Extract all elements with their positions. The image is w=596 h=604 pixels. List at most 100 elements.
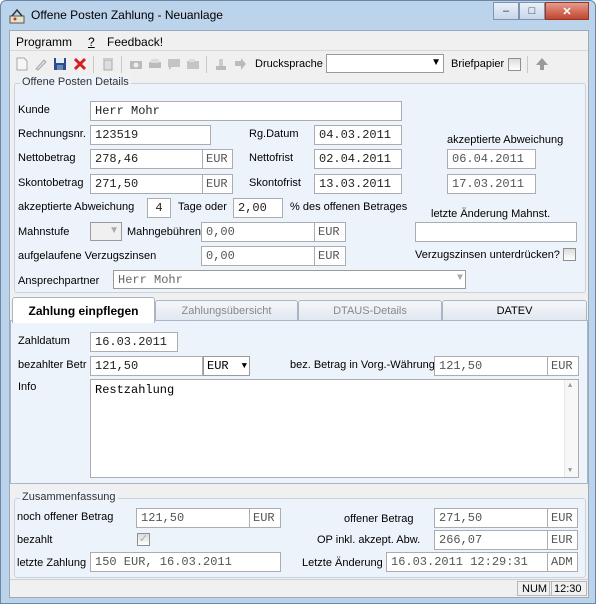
zahldatum-label: Zahldatum [18,335,70,347]
nettobetrag-field[interactable]: 278,46 [90,149,203,169]
delete-icon[interactable] [100,56,116,72]
camera-icon[interactable] [128,56,144,72]
nettofrist-abw-field: 06.04.2011 [447,149,536,169]
op-akzept-currency: EUR [547,530,578,550]
menu-programm[interactable]: Programm [16,35,72,49]
stamp-icon[interactable] [213,56,229,72]
scroll-up-icon[interactable]: ▲ [568,382,572,390]
tab-panel: Zahldatum 16.03.2011 bezahlter Betr 121,… [10,320,588,484]
bezahlt-betrag-label: bezahlter Betr [18,359,87,371]
scroll-down-icon[interactable]: ▼ [568,467,572,475]
letzte-zahlung-field: 150 EUR, 16.03.2011 [90,552,281,572]
mahnstufe-label: Mahnstufe [18,226,70,238]
chevron-down-icon: ▼ [241,361,247,371]
chevron-down-icon: ▼ [109,225,119,236]
menu-feedback[interactable]: Feedback! [107,35,163,49]
verzugszinsen-currency: EUR [314,246,346,266]
nettofrist-field[interactable]: 02.04.2011 [314,149,402,169]
close-button[interactable]: ✕ [545,2,589,20]
skontobetrag-field[interactable]: 271,50 [90,174,203,194]
drucksprache-label: Drucksprache [255,58,323,70]
vorg-waehrung-currency: EUR [547,356,579,376]
tab-zahlungsuebersicht[interactable]: Zahlungsübersicht [155,300,298,322]
akz-abw-label: akzeptierte Abweichung [18,201,135,213]
noch-offen-label: noch offener Betrag [17,511,114,523]
offener-betrag-currency: EUR [547,508,578,528]
mahngebuehren-field: 0,00 [201,222,315,242]
kunde-label: Kunde [18,104,50,116]
vorg-waehrung-label: bez. Betrag in Vorg.-Währung [290,359,435,371]
currency-select[interactable]: EUR ▼ [203,356,250,376]
akz-abw-prozent-field[interactable]: 2,00 [233,198,283,218]
status-bar: NUM 12:30 [10,579,588,597]
fax-icon[interactable] [185,56,201,72]
num-lock-indicator: NUM [517,581,553,596]
letzte-mahn-field [415,222,577,242]
toolbar: Drucksprache ▼ Briefpapier [10,52,588,76]
kunde-field[interactable]: Herr Mohr [90,101,402,121]
save-icon[interactable] [52,56,68,72]
rgdatum-field[interactable]: 04.03.2011 [314,125,402,145]
briefpapier-label: Briefpapier [451,58,505,70]
skontobetrag-label: Skontobetrag [18,177,84,189]
comment-icon[interactable] [166,56,182,72]
skontofrist-abw-field: 17.03.2011 [447,174,536,194]
bezahlt-betrag-field[interactable]: 121,50 [90,356,203,376]
offener-betrag-field: 271,50 [434,508,548,528]
drucksprache-select[interactable]: ▼ [326,54,444,73]
letzte-aenderung-label: Letzte Änderung [302,557,383,569]
menu-help[interactable]: ? [88,35,95,49]
vorg-waehrung-field: 121,50 [434,356,548,376]
info-scrollbar[interactable]: ▲ ▼ [564,380,578,477]
nettobetrag-currency: EUR [202,149,233,169]
nettobetrag-label: Nettobetrag [18,152,76,164]
tage-oder-label: Tage oder [178,201,227,213]
mahnstufe-select[interactable]: ▼ [90,222,122,241]
akz-abw-header: akzeptierte Abweichung [447,134,564,146]
unterdruecken-checkbox[interactable] [563,248,576,261]
tab-dtaus-details[interactable]: DTAUS-Details [298,300,442,322]
edit-icon[interactable] [33,56,49,72]
status-time: 12:30 [549,581,587,596]
maximize-button[interactable]: □ [519,2,545,20]
printer-icon[interactable] [147,56,163,72]
briefpapier-checkbox[interactable] [508,58,521,71]
summary-group-title: Zusammenfassung [20,491,118,503]
rechnungsnr-field[interactable]: 123519 [90,125,211,145]
chevron-down-icon: ▼ [456,273,463,284]
rgdatum-label: Rg.Datum [249,128,299,140]
currency-value: EUR [207,359,229,373]
nettofrist-label: Nettofrist [249,152,294,164]
minimize-button[interactable]: ‒ [493,2,519,20]
akz-abw-tage-field[interactable]: 4 [147,198,171,218]
chevron-down-icon: ▼ [431,57,441,68]
verzugszinsen-label: aufgelaufene Verzugszinsen [18,250,157,262]
title-bar: Offene Posten Zahlung - Neuanlage ‒ □ ✕ [1,1,595,30]
mahngebuehren-label: Mahngebühren [127,226,202,238]
app-icon [9,8,25,24]
menu-bar: Programm ? Feedback! [10,31,588,51]
noch-offen-currency: EUR [249,508,281,528]
info-textarea[interactable]: Restzahlung ▲ ▼ [90,379,579,478]
ansprechpartner-select[interactable]: Herr Mohr ▼ [113,270,466,289]
client-area: Programm ? Feedback! Drucksprache ▼ Brie… [9,30,589,598]
ansprechpartner-label: Ansprechpartner [18,275,100,287]
unterdruecken-label: Verzugszinsen unterdrücken? [415,249,560,261]
tab-strip: Zahlung einpflegen Zahlungsübersicht DTA… [10,297,588,323]
offener-betrag-label: offener Betrag [344,513,414,525]
letzte-mahn-label: letzte Änderung Mahnst. [431,208,551,220]
skontofrist-field[interactable]: 13.03.2011 [314,174,402,194]
window-title: Offene Posten Zahlung - Neuanlage [31,8,223,22]
mahngebuehren-currency: EUR [314,222,346,242]
tab-datev[interactable]: DATEV [442,300,587,322]
skontobetrag-currency: EUR [202,174,233,194]
tab-zahlung-einpflegen[interactable]: Zahlung einpflegen [12,297,155,323]
letzte-aenderung-field: 16.03.2011 12:29:31 [386,552,548,572]
up-arrow-icon[interactable] [534,56,550,72]
new-document-icon[interactable] [14,56,30,72]
prozent-label: % des offenen Betrages [290,201,408,213]
forward-icon[interactable] [232,56,248,72]
bezahlt-checkbox[interactable]: ✓ [137,533,150,546]
zahldatum-field[interactable]: 16.03.2011 [90,332,178,352]
cancel-icon[interactable] [72,56,88,72]
